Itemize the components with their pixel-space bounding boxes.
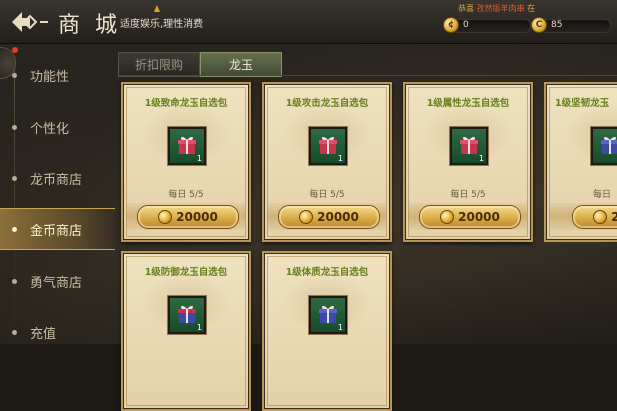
shop-card-clip: 1级坚韧龙玉 1 每日 20000 <box>544 82 617 242</box>
gold-coin-icon: ¢ <box>443 17 459 33</box>
gold-coin-icon <box>440 210 455 224</box>
shop-card[interactable]: 1级属性龙玉自选包 1 每日 5/5 20000 <box>403 82 533 242</box>
shop-card[interactable]: 1级攻击龙玉自选包 1 每日 5/5 20000 <box>262 82 392 242</box>
price-value: 20000 <box>317 210 359 224</box>
price-value: 20000 <box>176 210 218 224</box>
shop-card[interactable]: 1级坚韧龙玉 1 每日 20000 <box>544 82 617 242</box>
sidebar-bullet <box>12 278 17 284</box>
item-slot[interactable]: 1 <box>450 127 488 165</box>
tab-divider <box>118 75 617 76</box>
sidebar-item-label: 龙币商店 <box>30 172 83 188</box>
notice-suffix: 在 <box>527 4 536 13</box>
item-slot[interactable]: 1 <box>168 127 206 165</box>
item-slot[interactable]: 1 <box>591 127 617 165</box>
daily-limit: 每日 5/5 <box>168 190 204 200</box>
dragon-coin-balance-bar <box>539 19 611 33</box>
card-title: 1级防御龙玉自选包 <box>144 267 228 278</box>
sidebar-item-label: 功能性 <box>30 69 70 85</box>
gift-box-icon <box>460 136 478 154</box>
shop-card[interactable]: 1级体质龙玉自选包 1 <box>262 251 392 411</box>
sidebar-bullet <box>12 124 17 130</box>
sidebar-item-label: 个性化 <box>30 121 70 137</box>
notice-prefix: 恭喜 <box>458 4 474 13</box>
gift-box-icon <box>319 305 337 323</box>
back-button[interactable] <box>10 9 50 35</box>
shop-card[interactable]: 1级防御龙玉自选包 1 <box>121 251 251 411</box>
card-title: 1级体质龙玉自选包 <box>285 267 369 278</box>
dragon-coin-icon: C <box>531 17 547 33</box>
buy-button[interactable]: 20000 <box>278 205 380 229</box>
notice-player-name: 孜然版羊肉串 <box>476 4 525 13</box>
buy-button[interactable]: 20000 <box>419 205 521 229</box>
daily-limit: 每日 <box>593 190 612 200</box>
sidebar-item-recharge[interactable]: 充值 <box>0 312 115 352</box>
tab-dragon-jade[interactable]: 龙玉 <box>200 52 282 77</box>
item-quantity: 1 <box>478 154 484 163</box>
gold-balance: ¢ 0 <box>443 17 531 33</box>
gift-box-icon <box>601 136 617 154</box>
notification-dot <box>12 47 18 53</box>
sidebar-bullet <box>12 226 17 232</box>
sidebar-bullet <box>12 175 17 181</box>
shop-card[interactable]: 1级致命龙玉自选包 1 每日 5/5 20000 <box>121 82 251 242</box>
sidebar-bullet <box>12 72 17 78</box>
item-quantity: 1 <box>196 323 202 332</box>
sidebar-item-gold-shop[interactable]: 金币商店 <box>0 208 115 250</box>
gift-box-icon <box>178 136 196 154</box>
card-title: 1级坚韧龙玉 <box>555 98 610 109</box>
item-quantity: 1 <box>337 154 343 163</box>
sidebar-item-personalize[interactable]: 个性化 <box>0 107 115 147</box>
broadcast-notice: 恭喜 孜然版羊肉串 在 <box>458 3 535 14</box>
card-title: 1级属性龙玉自选包 <box>426 98 510 109</box>
item-quantity: 1 <box>337 323 343 332</box>
sidebar-item-label: 勇气商店 <box>30 275 83 291</box>
gold-balance-value: 0 <box>463 20 469 30</box>
sidebar-item-label: 金币商店 <box>30 223 83 239</box>
sidebar-item-label: 充值 <box>30 326 57 342</box>
gift-box-icon <box>319 136 337 154</box>
back-arrow-icon <box>12 12 48 32</box>
sidebar-item-courage-shop[interactable]: 勇气商店 <box>0 261 115 301</box>
slogan-text: 适度娱乐,理性消费 <box>120 19 204 30</box>
gift-box-icon <box>178 305 196 323</box>
sidebar-bullet <box>12 329 17 335</box>
daily-limit: 每日 5/5 <box>309 190 345 200</box>
dragon-coin-balance-value: 85 <box>551 20 563 30</box>
buy-button[interactable]: 20000 <box>137 205 239 229</box>
price-value: 20000 <box>458 210 500 224</box>
item-slot[interactable]: 1 <box>168 296 206 334</box>
tab-discount-limited[interactable]: 折扣限购 <box>118 52 200 77</box>
lamp-icon <box>154 5 160 12</box>
daily-limit: 每日 5/5 <box>450 190 486 200</box>
gold-coin-icon <box>593 210 608 224</box>
page-title: 商 城 <box>58 13 121 38</box>
dragon-coin-balance: C 85 <box>531 17 611 33</box>
sidebar-item-dragon-coin-shop[interactable]: 龙币商店 <box>0 158 115 198</box>
price-value: 20000 <box>611 210 617 224</box>
item-quantity: 1 <box>196 154 202 163</box>
sidebar: 功能性 个性化 龙币商店 金币商店 勇气商店 充值 <box>0 43 115 344</box>
card-title: 1级攻击龙玉自选包 <box>285 98 369 109</box>
gold-coin-icon <box>299 210 314 224</box>
buy-button[interactable]: 20000 <box>572 205 617 229</box>
gold-coin-icon <box>158 210 173 224</box>
item-slot[interactable]: 1 <box>309 296 347 334</box>
top-bar: 商 城 适度娱乐,理性消费 恭喜 孜然版羊肉串 在 ¢ 0 C 85 <box>0 0 617 44</box>
item-slot[interactable]: 1 <box>309 127 347 165</box>
sidebar-item-functional[interactable]: 功能性 <box>0 55 115 95</box>
card-title: 1级致命龙玉自选包 <box>144 98 228 109</box>
